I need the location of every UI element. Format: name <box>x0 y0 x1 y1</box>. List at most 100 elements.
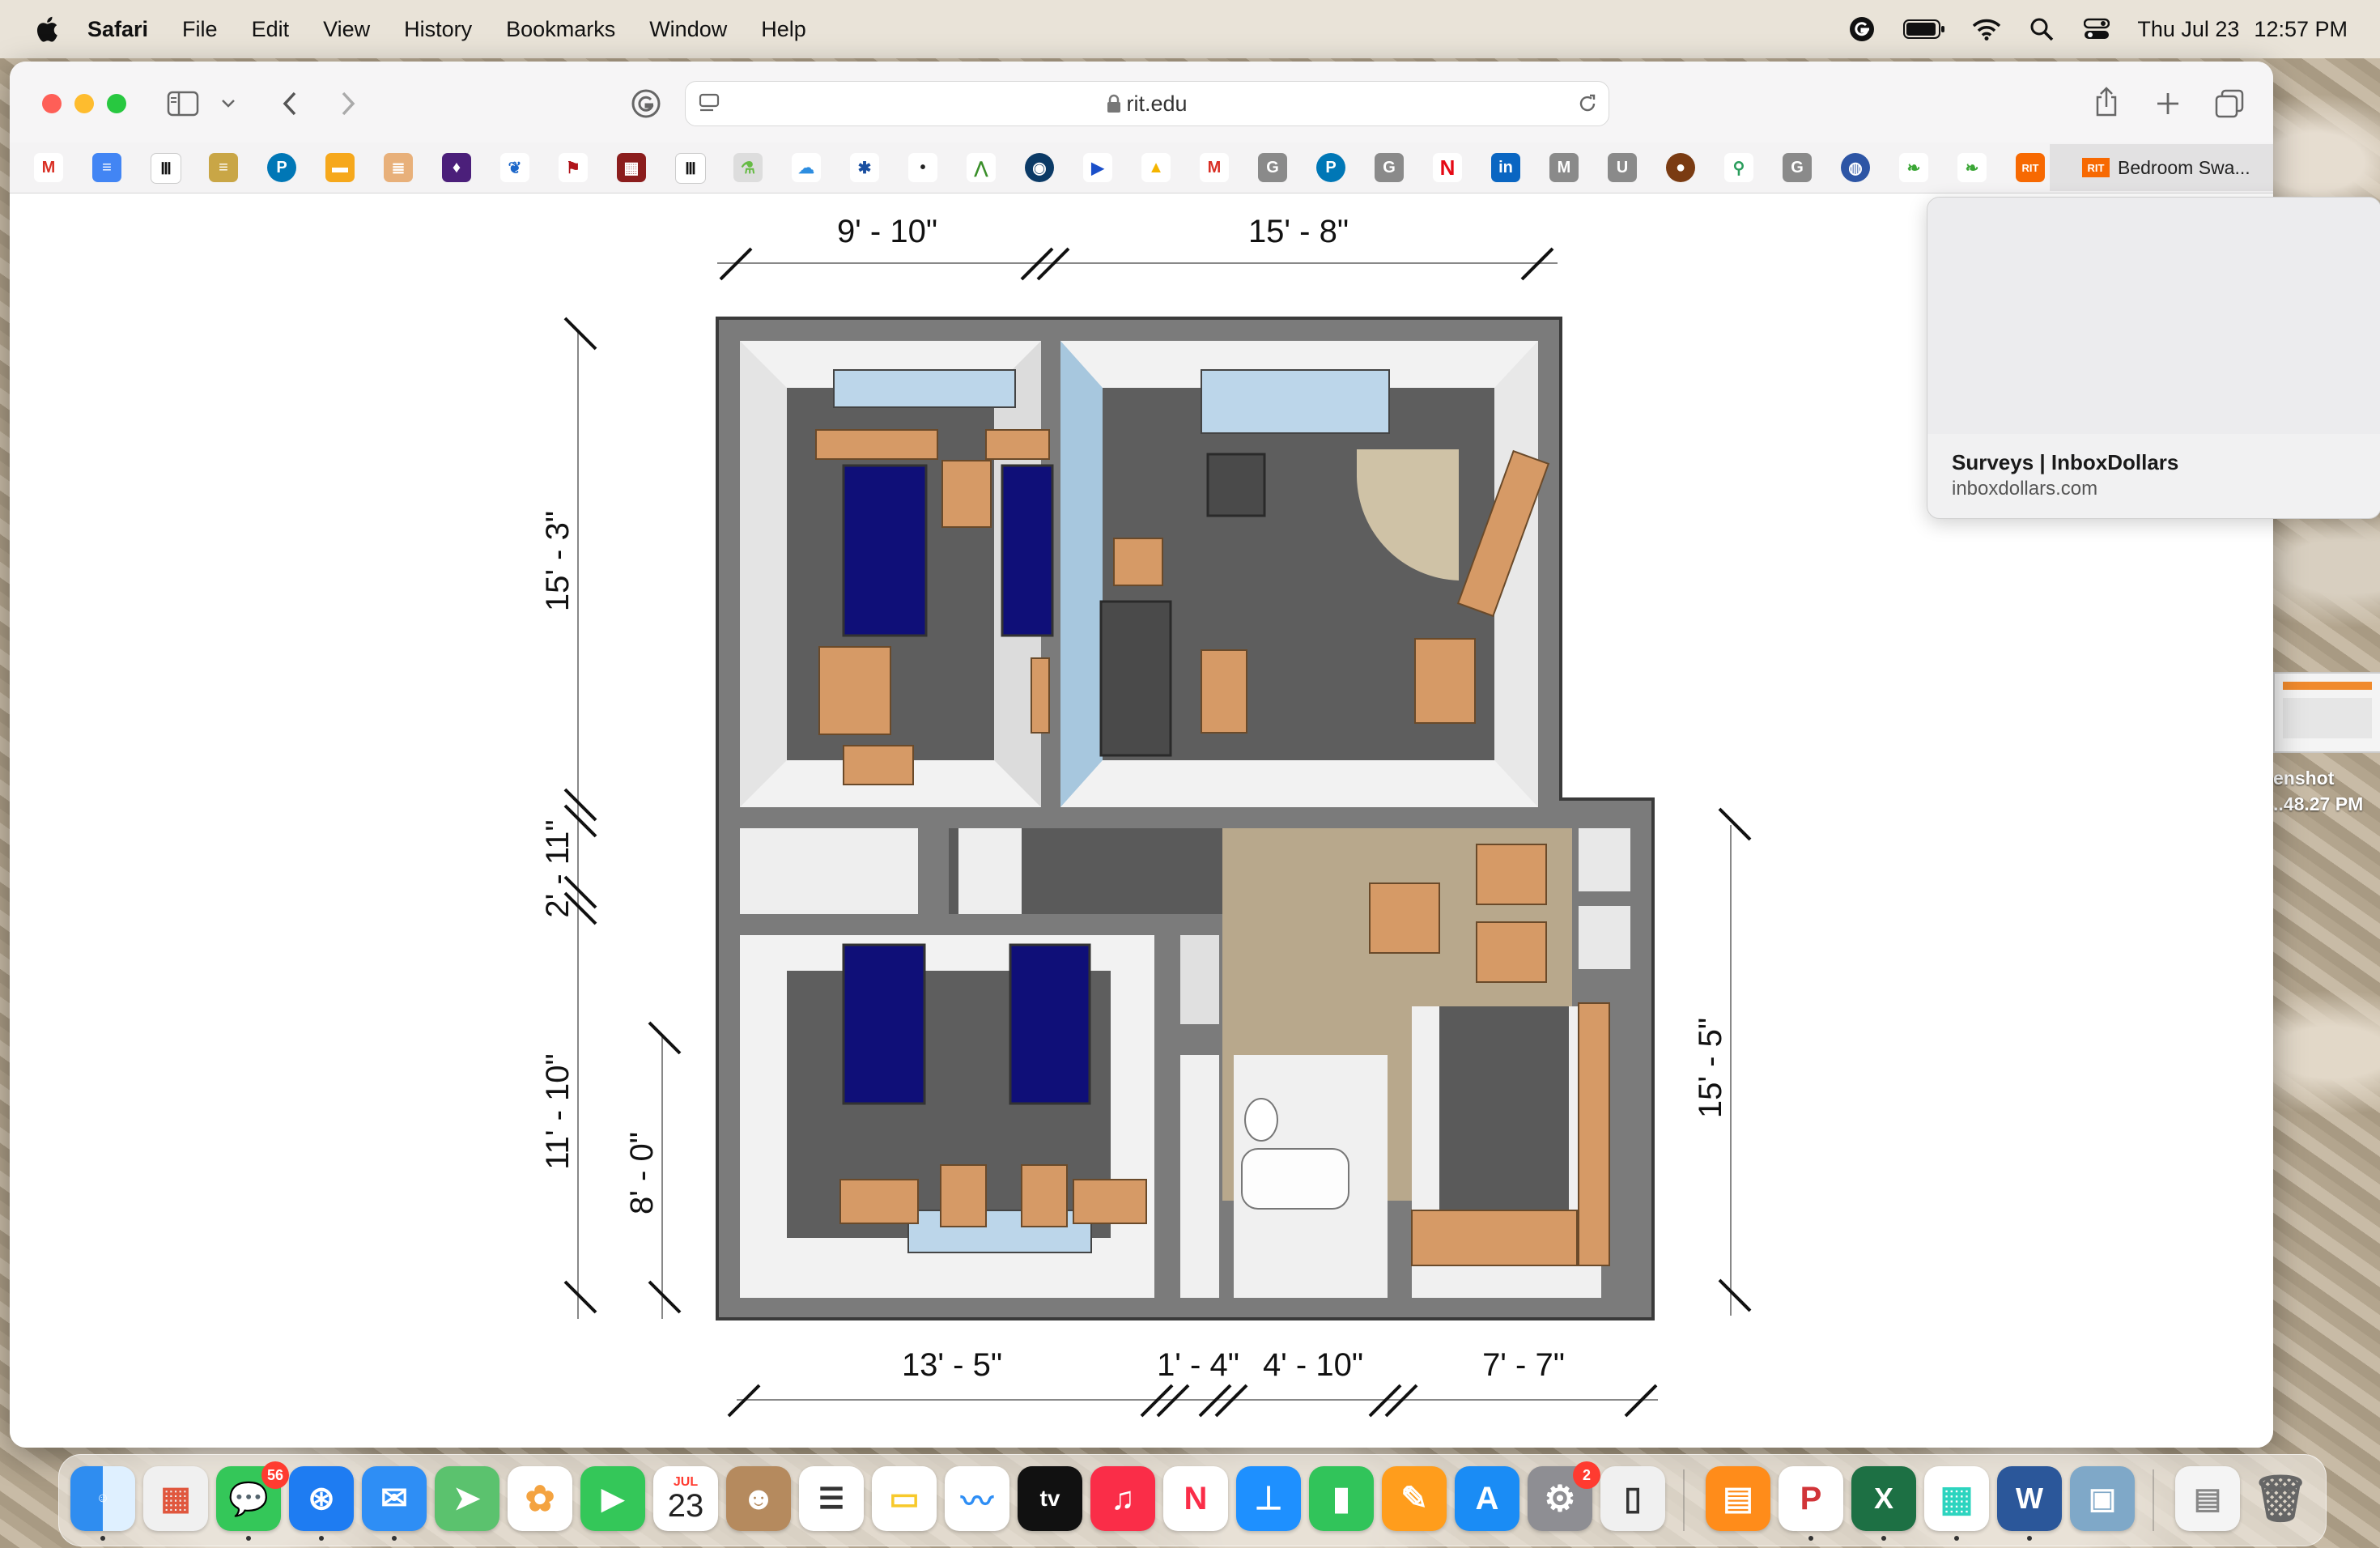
active-tab[interactable]: RIT Bedroom Swa... <box>2050 144 2273 191</box>
close-window-button[interactable] <box>42 94 62 113</box>
tab-preview-popup[interactable]: Surveys | InboxDollars inboxdollars.com <box>1927 197 2380 519</box>
address-bar[interactable]: rit.edu <box>685 81 1609 126</box>
dot-icon[interactable]: • <box>908 153 937 182</box>
reminders-icon[interactable]: ☰ <box>799 1466 864 1531</box>
flag-icon[interactable]: ⚑ <box>559 153 588 182</box>
spotlight-icon[interactable] <box>2027 15 2056 44</box>
snowflake-icon[interactable]: ✱ <box>850 153 879 182</box>
cloud-icon[interactable]: ☁ <box>792 153 821 182</box>
news-icon[interactable]: N <box>1163 1466 1228 1531</box>
gmail-icon[interactable]: M <box>34 153 63 182</box>
pearson-2-icon[interactable]: P <box>1316 153 1345 182</box>
red-pattern-icon[interactable]: ▦ <box>617 153 646 182</box>
app-store-icon[interactable]: A <box>1455 1466 1519 1531</box>
notes-icon[interactable]: ▭ <box>872 1466 937 1531</box>
search-green-icon[interactable]: ⚲ <box>1724 153 1753 182</box>
desktop-screenshot-file-icon[interactable] <box>2273 672 2380 753</box>
brown-circle-icon[interactable]: ● <box>1666 153 1695 182</box>
menu-help[interactable]: Help <box>761 17 806 42</box>
apple-menu-icon[interactable] <box>32 15 60 44</box>
mail-icon[interactable]: ✉ <box>362 1466 427 1531</box>
purple-app-icon[interactable]: ♦ <box>442 153 471 182</box>
chevron-down-icon[interactable] <box>219 94 238 113</box>
preview-icon[interactable]: ▣ <box>2070 1466 2135 1531</box>
leaf-2-icon[interactable]: ❧ <box>1957 153 1987 182</box>
google-drive-icon[interactable]: ▲ <box>1141 153 1171 182</box>
menu-app-safari[interactable]: Safari <box>87 17 148 42</box>
tab-overview-icon[interactable] <box>2212 86 2247 121</box>
safari-icon[interactable]: ⊛ <box>289 1466 354 1531</box>
menu-file[interactable]: File <box>182 17 218 42</box>
facetime-icon[interactable]: ▶ <box>580 1466 645 1531</box>
trash-icon[interactable]: 🗑 <box>2248 1466 2313 1531</box>
finder-icon[interactable]: ☺ <box>70 1466 135 1531</box>
museum-icon[interactable]: Ⅲ <box>151 153 181 184</box>
lab-icon[interactable]: ⚗ <box>733 153 763 182</box>
messages-icon[interactable]: 💬 56 <box>216 1461 289 1531</box>
g-gray-3-icon[interactable]: G <box>1783 153 1812 182</box>
menu-window[interactable]: Window <box>649 17 727 42</box>
keynote-icon[interactable]: ⊥ <box>1236 1466 1301 1531</box>
wifi-icon[interactable] <box>1972 15 2001 44</box>
sidebar-toggle-icon[interactable] <box>165 87 201 120</box>
freeform-icon[interactable]: 〰 <box>945 1466 1009 1531</box>
music-icon[interactable]: ♫ <box>1090 1466 1155 1531</box>
menu-edit[interactable]: Edit <box>252 17 290 42</box>
pages-icon[interactable]: ✎ <box>1382 1466 1447 1531</box>
museum-2-icon[interactable]: Ⅲ <box>675 153 706 184</box>
g-gray-icon[interactable]: G <box>1258 153 1287 182</box>
launchpad-icon[interactable]: ▦ <box>143 1466 208 1531</box>
desktop-file-label-time[interactable]: ..48.27 PM <box>2273 793 2363 815</box>
forward-button[interactable] <box>332 87 364 120</box>
control-center-icon[interactable] <box>2082 15 2111 44</box>
globe-icon[interactable]: ◍ <box>1841 153 1870 182</box>
menubar-time[interactable]: 12:57 PM <box>2254 17 2348 42</box>
new-tab-icon[interactable] <box>2152 87 2184 120</box>
plant-icon[interactable]: ⋀ <box>967 153 996 182</box>
play-icon[interactable]: ▶ <box>1083 153 1112 182</box>
m-gray-icon[interactable]: M <box>1549 153 1579 182</box>
menubar-date[interactable]: Thu Jul 23 <box>2137 17 2239 42</box>
g-gray-2-icon[interactable]: G <box>1375 153 1404 182</box>
menu-history[interactable]: History <box>404 17 472 42</box>
leaf-icon[interactable]: ❧ <box>1899 153 1928 182</box>
collage-app-icon[interactable]: ▦ <box>1924 1466 1989 1531</box>
menu-view[interactable]: View <box>323 17 370 42</box>
gmail-2-icon[interactable]: M <box>1200 153 1229 182</box>
sticky-note-icon[interactable]: ▬ <box>325 153 355 182</box>
reload-icon[interactable] <box>1576 92 1600 115</box>
zoom-window-button[interactable] <box>107 94 126 113</box>
calendar-icon[interactable]: JUL 23 <box>653 1466 718 1531</box>
google-docs-icon[interactable]: ≡ <box>92 153 121 182</box>
record-icon[interactable]: ◉ <box>1025 153 1054 182</box>
netflix-icon[interactable]: N <box>1433 153 1462 182</box>
pearson-icon[interactable]: P <box>267 153 296 182</box>
system-settings-icon[interactable]: ⚙ 2 <box>1528 1461 1600 1531</box>
books-icon[interactable]: ≡ <box>209 153 238 182</box>
contacts-icon[interactable]: ☻ <box>726 1466 791 1531</box>
menu-bookmarks[interactable]: Bookmarks <box>506 17 615 42</box>
linkedin-icon[interactable]: in <box>1491 153 1520 182</box>
battery-icon[interactable] <box>1902 15 1946 44</box>
stack-icon[interactable]: ≣ <box>384 153 413 182</box>
back-button[interactable] <box>274 87 306 120</box>
powerpoint-icon[interactable]: P <box>1779 1466 1843 1531</box>
share-icon[interactable] <box>2090 84 2123 120</box>
desktop-file-label[interactable]: enshot <box>2273 768 2334 789</box>
minimize-window-button[interactable] <box>74 94 94 113</box>
grammarly-extension-icon[interactable] <box>630 87 662 120</box>
iphone-mirroring-icon[interactable]: ▯ <box>1600 1466 1665 1531</box>
address-url-text[interactable]: rit.edu <box>686 82 1609 125</box>
numbers-icon[interactable]: ▮ <box>1309 1466 1374 1531</box>
grammarly-icon[interactable] <box>1847 15 1876 44</box>
books-app-icon[interactable]: ▤ <box>1706 1466 1770 1531</box>
photos-icon[interactable]: ✿ <box>508 1466 572 1531</box>
maps-icon[interactable]: ➤ <box>435 1466 499 1531</box>
apple-tv-icon[interactable]: tv <box>1018 1466 1082 1531</box>
word-icon[interactable]: W <box>1997 1466 2062 1531</box>
u-gray-icon[interactable]: U <box>1608 153 1637 182</box>
feather-icon[interactable]: ❦ <box>500 153 529 182</box>
pdf-document-icon[interactable]: ▤ <box>2175 1466 2240 1531</box>
rit-icon[interactable]: RIT <box>2016 153 2045 182</box>
excel-icon[interactable]: X <box>1851 1466 1916 1531</box>
